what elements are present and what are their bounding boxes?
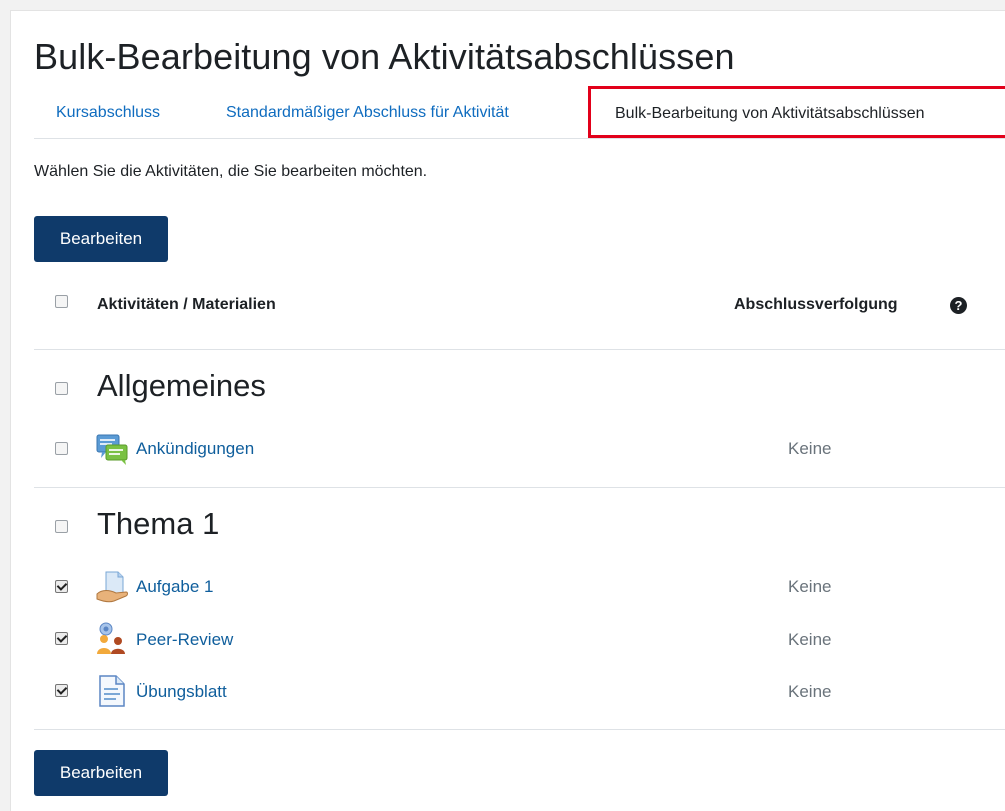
activity-checkbox-uebungsblatt[interactable] [55,684,68,697]
activity-link-uebungsblatt[interactable]: Übungsblatt [136,682,227,702]
page-icon [96,674,130,708]
activity-checkbox-aufgabe-1[interactable] [55,580,68,593]
completion-tabs: Kursabschluss Standardmäßiger Abschluss … [34,88,1005,139]
select-all-checkbox[interactable] [55,295,68,308]
tab-bulk-edit-completion[interactable]: Bulk-Bearbeitung von Aktivitätsabschlüss… [590,88,1005,138]
divider [34,487,1005,488]
edit-button-bottom[interactable]: Bearbeiten [34,750,168,796]
help-icon[interactable]: ? [950,297,967,314]
completion-status: Keine [788,577,832,596]
activity-link-peer-review[interactable]: Peer-Review [136,630,233,650]
edit-button-top[interactable]: Bearbeiten [34,216,168,262]
assignment-icon [96,570,130,604]
tab-default-activity-completion[interactable]: Standardmäßiger Abschluss für Aktivität [226,88,509,138]
section-checkbox-thema-1[interactable] [55,520,68,533]
completion-status: Keine [788,439,832,458]
instruction-text: Wählen Sie die Aktivitäten, die Sie bear… [34,163,428,180]
completion-status: Keine [788,682,832,701]
activity-checkbox-ankuendigungen[interactable] [55,442,68,455]
tab-course-completion[interactable]: Kursabschluss [56,88,160,138]
activity-link-aufgabe-1[interactable]: Aufgabe 1 [136,577,214,597]
activity-checkbox-peer-review[interactable] [55,632,68,645]
forum-icon [96,433,130,467]
divider [34,349,1005,350]
section-title-allgemeines: Allgemeines [97,368,266,403]
divider [34,729,1005,730]
page-title: Bulk-Bearbeitung von Aktivitätsabschlüss… [34,36,735,77]
activity-link-ankuendigungen[interactable]: Ankündigungen [136,439,254,459]
section-checkbox-allgemeines[interactable] [55,382,68,395]
completion-status: Keine [788,630,832,649]
workshop-icon [96,622,130,656]
column-header-activities: Aktivitäten / Materialien [97,296,276,313]
section-title-thema-1: Thema 1 [97,506,220,541]
column-header-completion-tracking: Abschlussverfolgung [734,296,898,313]
